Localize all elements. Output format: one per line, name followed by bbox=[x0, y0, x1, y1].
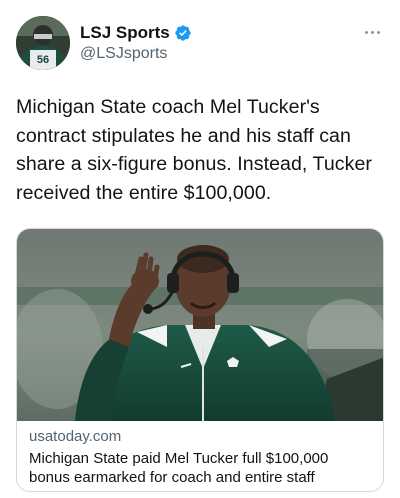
tweet[interactable]: 56 LSJ Sports @LSJsports Michigan State … bbox=[0, 0, 400, 498]
link-card[interactable]: usatoday.com Michigan State paid Mel Tuc… bbox=[16, 228, 384, 492]
card-meta: usatoday.com Michigan State paid Mel Tuc… bbox=[29, 427, 373, 487]
card-image bbox=[17, 229, 383, 421]
tweet-header: 56 LSJ Sports @LSJsports bbox=[16, 16, 384, 74]
avatar-jersey-number: 56 bbox=[37, 54, 49, 66]
tweet-text: Michigan State coach Mel Tucker's contra… bbox=[16, 96, 373, 204]
verified-badge-icon bbox=[174, 24, 192, 42]
display-name[interactable]: LSJ Sports bbox=[80, 22, 170, 43]
card-title[interactable]: Michigan State paid Mel Tucker full $100… bbox=[29, 449, 373, 487]
user-handle[interactable]: @LSJsports bbox=[80, 43, 192, 65]
avatar-image: 56 bbox=[16, 16, 70, 70]
author-block: LSJ Sports @LSJsports bbox=[80, 22, 192, 65]
more-options-icon[interactable] bbox=[360, 24, 384, 40]
avatar[interactable]: 56 bbox=[16, 16, 70, 70]
card-domain: usatoday.com bbox=[29, 428, 122, 445]
